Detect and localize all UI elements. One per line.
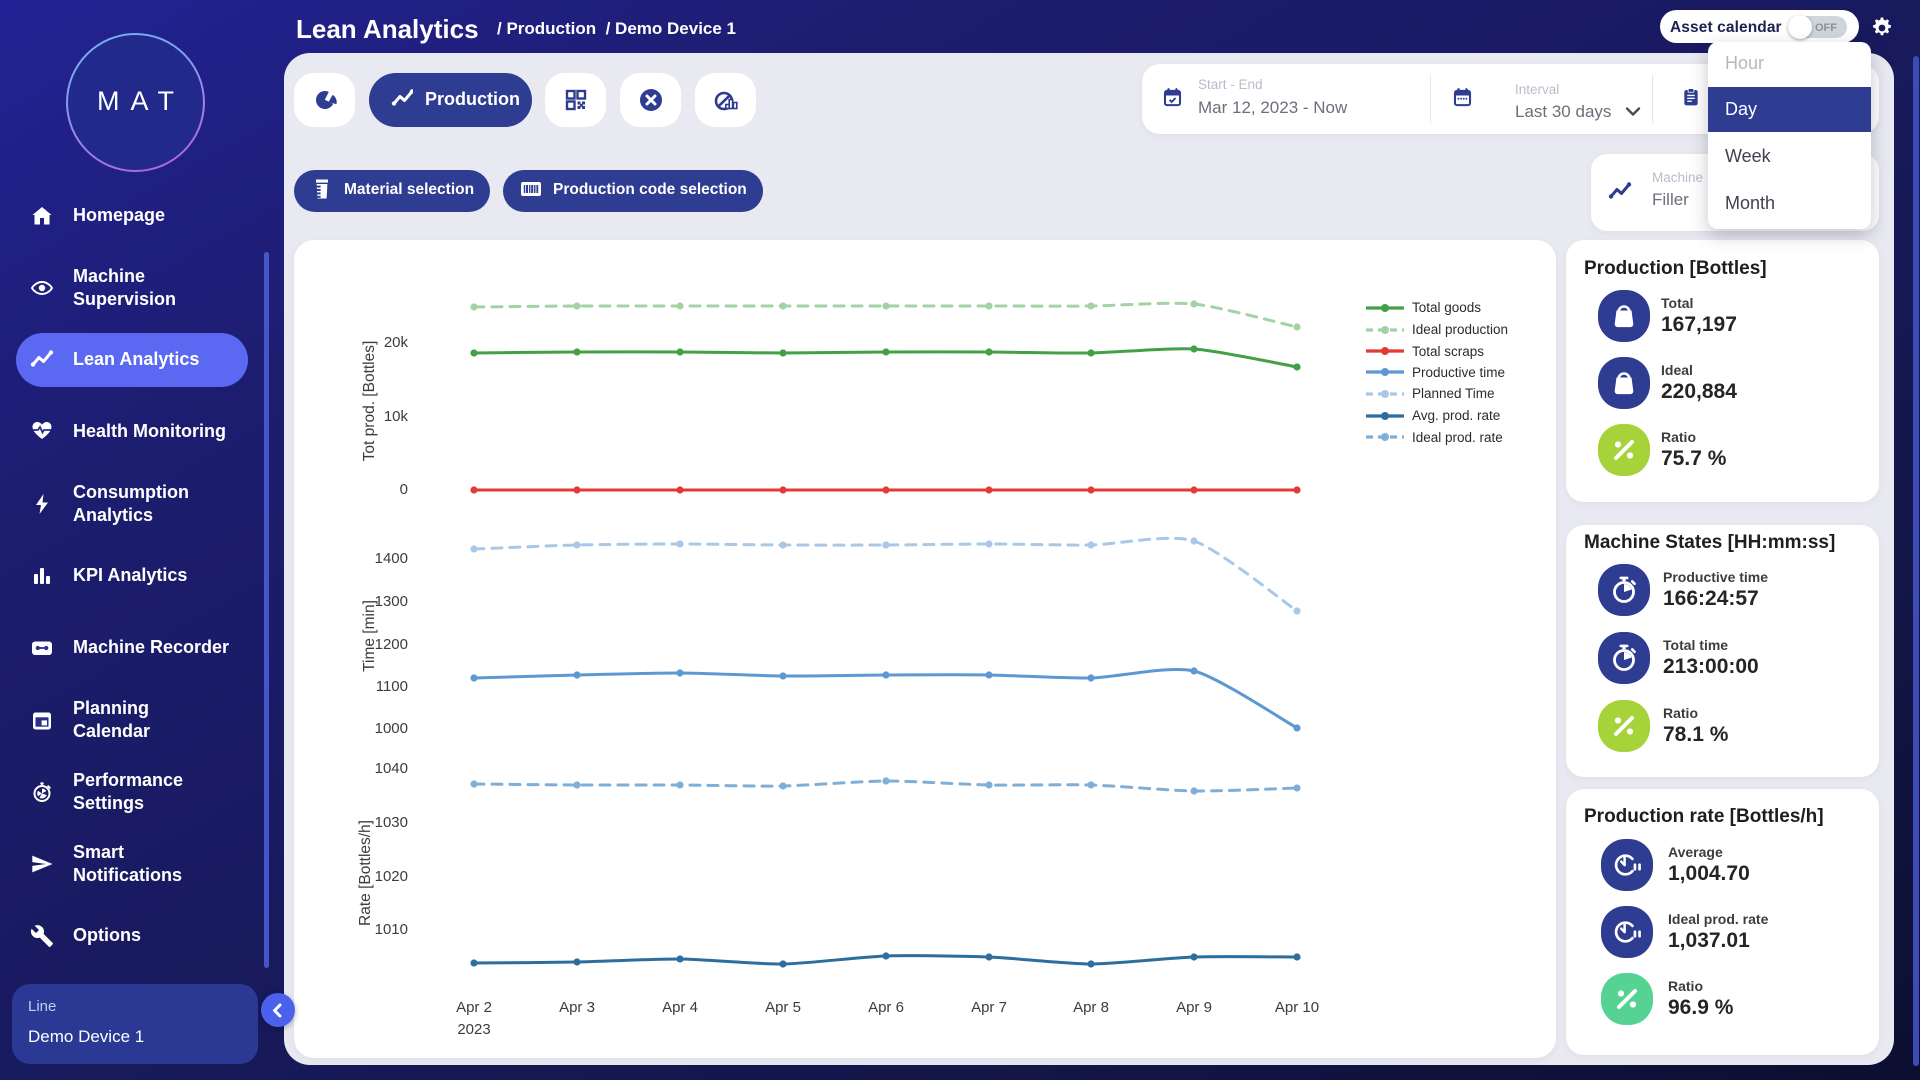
svg-text:1200: 1200 <box>375 636 408 653</box>
svg-text:Apr 10: Apr 10 <box>1275 999 1319 1016</box>
svg-text:1100: 1100 <box>376 678 408 695</box>
svg-text:10k: 10k <box>384 408 409 425</box>
svg-text:Tot prod. [Bottles]: Tot prod. [Bottles] <box>361 341 378 462</box>
svg-text:1010: 1010 <box>375 921 408 938</box>
svg-text:Apr 3: Apr 3 <box>559 999 595 1016</box>
svg-text:Apr 5: Apr 5 <box>765 999 801 1016</box>
svg-text:1300: 1300 <box>375 593 408 610</box>
svg-text:Productive time: Productive time <box>1412 365 1505 380</box>
svg-text:Apr 8: Apr 8 <box>1073 999 1109 1016</box>
svg-text:Apr 2: Apr 2 <box>456 999 492 1016</box>
svg-text:0: 0 <box>400 481 408 498</box>
svg-text:1020: 1020 <box>375 868 408 885</box>
svg-text:1400: 1400 <box>375 550 408 567</box>
svg-text:1030: 1030 <box>375 814 408 831</box>
svg-text:Apr 6: Apr 6 <box>868 999 904 1016</box>
svg-text:2023: 2023 <box>457 1021 490 1038</box>
svg-text:Avg. prod. rate: Avg. prod. rate <box>1412 408 1500 423</box>
svg-text:20k: 20k <box>384 334 409 351</box>
svg-text:Total scraps: Total scraps <box>1412 344 1484 359</box>
svg-text:Total goods: Total goods <box>1412 300 1481 315</box>
svg-text:Rate [Bottles/h]: Rate [Bottles/h] <box>357 820 374 926</box>
svg-text:1000: 1000 <box>375 720 408 737</box>
svg-text:1040: 1040 <box>375 760 408 777</box>
svg-text:Planned Time: Planned Time <box>1412 386 1495 401</box>
svg-text:Apr 4: Apr 4 <box>662 999 698 1016</box>
svg-text:Apr 9: Apr 9 <box>1176 999 1212 1016</box>
svg-text:Apr 7: Apr 7 <box>971 999 1007 1016</box>
svg-text:Time [min]: Time [min] <box>361 600 378 672</box>
svg-text:Ideal production: Ideal production <box>1412 322 1508 337</box>
svg-text:Ideal prod. rate: Ideal prod. rate <box>1412 430 1503 445</box>
